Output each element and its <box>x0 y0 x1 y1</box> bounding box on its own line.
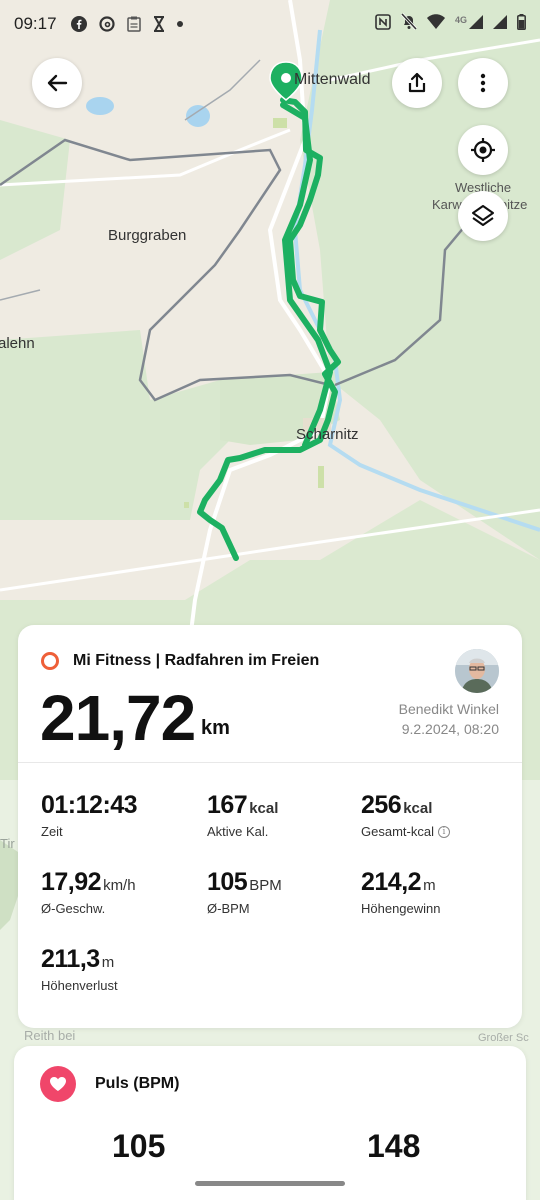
metric-avg-bpm: 105 BPM Ø-BPM <box>207 868 282 916</box>
crosshair-icon <box>471 138 495 162</box>
metric-value: 167 <box>207 791 248 819</box>
user-avatar-icon <box>455 649 499 693</box>
dot-icon <box>176 21 183 27</box>
clipboard-icon <box>126 16 141 32</box>
metric-ascent: 214,2 m Höhengewinn <box>361 868 441 916</box>
activity-title: Mi Fitness | Radfahren im Freien <box>73 652 320 669</box>
share-button[interactable] <box>392 58 442 108</box>
activity-source-icon <box>41 652 59 670</box>
network-type: 4G <box>454 15 467 25</box>
metric-label: Gesamt-kcal <box>361 824 434 839</box>
metric-value: 105 <box>207 868 248 896</box>
heart-rate-card[interactable]: Puls (BPM) 105 148 <box>14 1046 526 1200</box>
map-label-burggraben: Burggraben <box>108 227 187 244</box>
hourglass-icon <box>153 16 165 32</box>
metric-label: Ø-Geschw. <box>41 901 106 916</box>
metric-value: 17,92 <box>41 868 102 896</box>
nfc-icon <box>375 13 391 35</box>
metric-unit: m <box>423 877 436 894</box>
summary-header: Mi Fitness | Radfahren im Freien 21,72 k… <box>18 625 522 763</box>
avatar[interactable] <box>455 649 499 693</box>
back-button[interactable] <box>32 58 82 108</box>
map-label-scharnitz: Scharnitz <box>296 426 359 443</box>
distance-value: 21,72 <box>40 682 196 754</box>
metric-unit: kcal <box>249 800 279 817</box>
signal-icon <box>493 14 507 34</box>
metric-descent: 211,3 m Höhenverlust <box>41 945 118 993</box>
distance-unit: km <box>201 717 230 739</box>
map-label-reith: Reith bei <box>24 1028 76 1043</box>
metric-active-kcal: 167 kcal Aktive Kal. <box>207 791 278 839</box>
more-options-button[interactable] <box>458 58 508 108</box>
locate-button[interactable] <box>458 125 508 175</box>
threads-icon <box>98 16 115 32</box>
layers-button[interactable] <box>458 191 508 241</box>
metric-unit: BPM <box>249 877 282 894</box>
status-time: 09:17 <box>14 14 57 33</box>
metric-time: 01:12:43 Zeit <box>41 791 138 839</box>
map-label-lehn: alehn <box>0 335 35 352</box>
metric-value: 256 <box>361 791 402 819</box>
bell-off-icon <box>400 12 418 35</box>
metric-unit: kcal <box>403 800 433 817</box>
metric-unit: km/h <box>103 877 136 894</box>
heart-rate-avg: 105 <box>112 1128 166 1164</box>
metric-total-kcal: 256 kcal Gesamt-kcal i <box>361 791 450 839</box>
user-name: Benedikt Winkel <box>398 701 499 717</box>
map-label-tir: Tir <box>0 836 15 851</box>
more-vertical-icon <box>480 73 486 93</box>
metric-label: Aktive Kal. <box>207 824 269 839</box>
share-icon <box>408 72 426 93</box>
map-label-grosser: Großer Sc <box>478 1032 529 1044</box>
layers-icon <box>472 205 494 226</box>
metric-unit: m <box>101 954 115 971</box>
status-bar: 09:17 4G <box>0 0 540 48</box>
home-indicator[interactable] <box>195 1181 345 1186</box>
metric-label: Zeit <box>41 824 63 839</box>
heart-rate-title: Puls (BPM) <box>95 1075 180 1092</box>
heart-rate-max: 148 <box>367 1128 421 1164</box>
info-icon[interactable]: i <box>437 825 450 838</box>
metric-label: Höhenverlust <box>41 978 118 993</box>
battery-icon <box>517 13 526 35</box>
workout-summary-card: Mi Fitness | Radfahren im Freien 21,72 k… <box>18 625 522 1028</box>
facebook-icon <box>70 16 87 32</box>
wifi-icon <box>426 14 445 34</box>
metric-value: 01:12:43 <box>41 791 138 819</box>
metric-value: 211,3 <box>41 945 100 973</box>
metric-label: Höhengewinn <box>361 901 441 916</box>
heart-icon <box>50 1077 66 1091</box>
activity-datetime: 9.2.2024, 08:20 <box>401 721 499 737</box>
metric-value: 214,2 <box>361 868 422 896</box>
map-label-mittenwald: Mittenwald <box>294 71 371 88</box>
signal-icon <box>469 14 483 34</box>
heart-rate-badge <box>40 1066 76 1102</box>
metric-label: Ø-BPM <box>207 901 250 916</box>
arrow-left-icon <box>47 74 68 92</box>
metric-avg-speed: 17,92 km/h Ø-Geschw. <box>41 868 136 916</box>
